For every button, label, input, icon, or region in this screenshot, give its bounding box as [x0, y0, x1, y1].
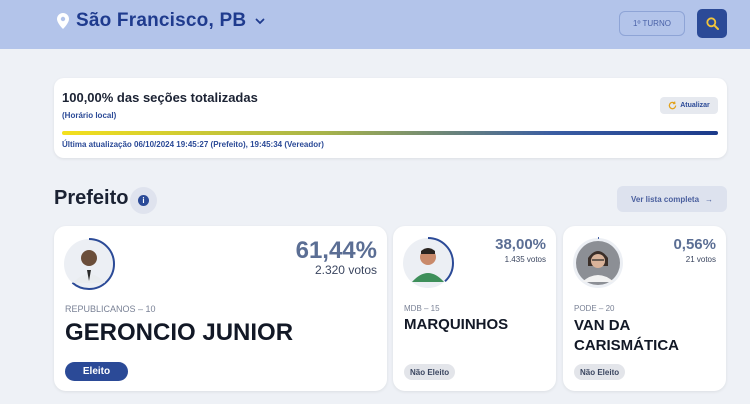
party-number: MDB – 15 — [404, 304, 440, 313]
vote-count: 1.435 votos — [504, 255, 546, 264]
chevron-down-icon — [255, 18, 265, 25]
full-list-label: Ver lista completa — [630, 194, 700, 204]
full-list-button[interactable]: Ver lista completa → — [617, 186, 727, 212]
candidate-name: GERONCIO JUNIOR — [65, 319, 294, 346]
info-icon: i — [138, 195, 149, 206]
refresh-button[interactable]: Atualizar — [660, 97, 718, 114]
section-title: Prefeito — [54, 187, 129, 209]
candidate-photo — [402, 237, 454, 289]
refresh-icon — [668, 101, 677, 110]
vote-count: 2.320 votos — [314, 263, 377, 277]
refresh-label: Atualizar — [680, 102, 710, 109]
candidate-name: VAN DA CARISMÁTICA — [574, 317, 679, 355]
arrow-right-icon: → — [705, 194, 714, 204]
search-icon — [705, 17, 719, 30]
candidate-card[interactable]: 38,00% 1.435 votos MDB – 15 MARQUINHOS N… — [393, 226, 556, 391]
location-selector[interactable]: São Francisco, PB — [57, 10, 265, 32]
candidate-card[interactable]: 0,56% 21 votos PODE – 20 VAN DA CARISMÁT… — [563, 226, 726, 391]
candidate-photo — [63, 238, 115, 290]
party-number: REPUBLICANOS – 10 — [65, 304, 156, 314]
vote-percentage: 0,56% — [673, 236, 716, 253]
vote-percentage: 38,00% — [495, 236, 546, 253]
location-pin-icon — [57, 13, 69, 29]
totalization-status-card: 100,00% das seções totalizadas (Horário … — [54, 78, 727, 158]
info-button[interactable]: i — [130, 187, 157, 214]
candidate-photo — [572, 237, 624, 289]
progress-fill — [62, 131, 718, 135]
city-name: São Francisco, PB — [76, 10, 247, 31]
not-elected-badge: Não Eleito — [404, 364, 456, 380]
not-elected-badge: Não Eleito — [574, 364, 626, 380]
vote-percentage: 61,44% — [295, 237, 377, 264]
top-bar: São Francisco, PB 1º TURNO — [0, 0, 750, 49]
party-number: PODE – 20 — [574, 304, 615, 313]
candidate-card[interactable]: 61,44% 2.320 votos REPUBLICANOS – 10 GER… — [54, 226, 387, 391]
vote-count: 21 votos — [685, 255, 716, 264]
local-time-note: (Horário local) — [62, 111, 117, 120]
search-button[interactable] — [697, 9, 727, 38]
last-update-text: Última atualização 06/10/2024 19:45:27 (… — [62, 140, 324, 149]
elected-badge: Eleito — [65, 362, 128, 381]
totalization-progress-bar — [62, 131, 718, 135]
candidate-name: MARQUINHOS — [404, 316, 509, 333]
totalization-title: 100,00% das seções totalizadas — [62, 90, 258, 105]
turno-button[interactable]: 1º TURNO — [619, 11, 685, 36]
